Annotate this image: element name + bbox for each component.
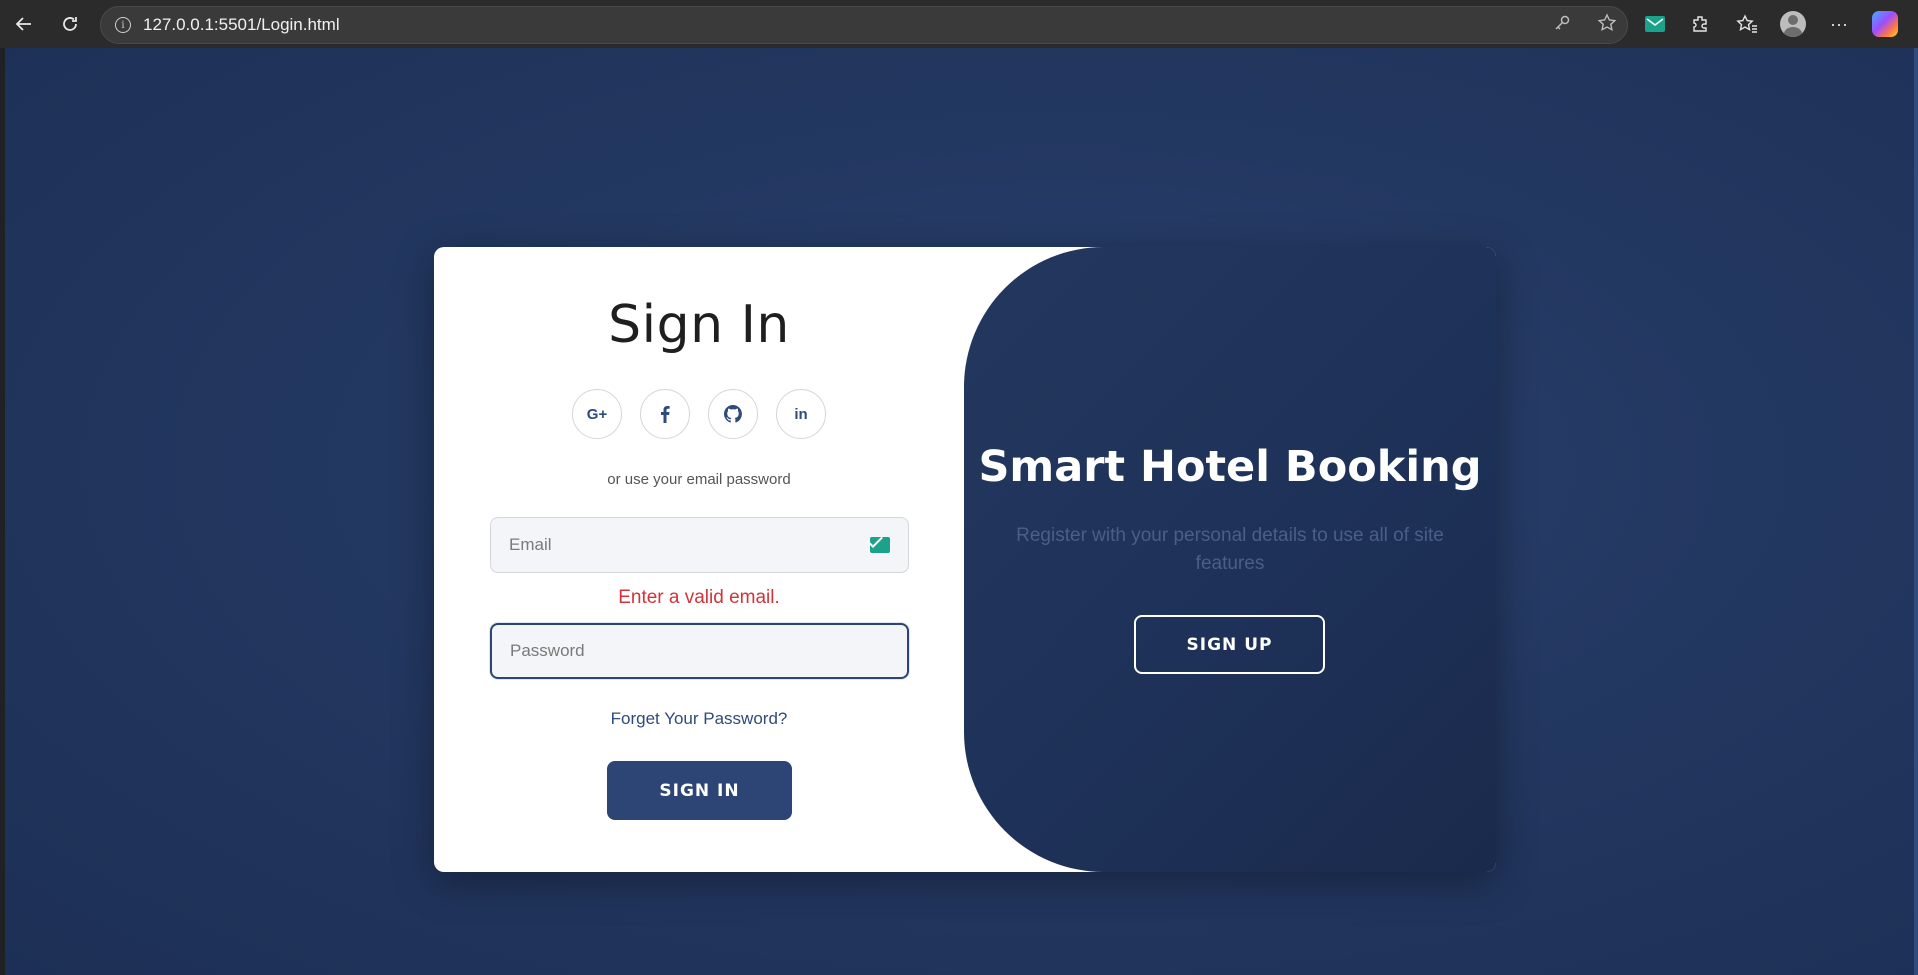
email-field[interactable] xyxy=(490,517,909,573)
forgot-password-link[interactable]: Forget Your Password? xyxy=(434,709,964,729)
profile-avatar-icon[interactable] xyxy=(1778,9,1808,39)
more-options-icon[interactable]: ··· xyxy=(1824,9,1854,39)
page-background: Sign In G+ in or use your email password… xyxy=(5,48,1918,975)
facebook-icon[interactable] xyxy=(640,389,690,439)
sign-in-button[interactable]: SIGN IN xyxy=(607,761,792,820)
password-input[interactable] xyxy=(510,641,889,661)
browser-toolbar: i 127.0.0.1:5501/Login.html ··· xyxy=(0,0,1918,48)
back-icon[interactable] xyxy=(6,6,42,42)
site-info-icon[interactable]: i xyxy=(115,17,131,33)
social-login-group: G+ in xyxy=(572,389,826,439)
password-key-icon[interactable] xyxy=(1553,14,1571,37)
copilot-icon[interactable] xyxy=(1870,9,1900,39)
address-bar[interactable]: i 127.0.0.1:5501/Login.html xyxy=(100,6,1628,44)
page-title: Sign In xyxy=(608,295,790,355)
email-error-message: Enter a valid email. xyxy=(618,587,780,608)
url-text[interactable]: 127.0.0.1:5501/Login.html xyxy=(143,15,340,35)
auth-card: Sign In G+ in or use your email password… xyxy=(434,247,1496,872)
google-plus-icon[interactable]: G+ xyxy=(572,389,622,439)
linkedin-icon[interactable]: in xyxy=(776,389,826,439)
reload-icon[interactable] xyxy=(52,6,88,42)
github-icon[interactable] xyxy=(708,389,758,439)
password-field[interactable] xyxy=(490,623,909,679)
favorites-icon[interactable] xyxy=(1732,9,1762,39)
panel-description: Register with your personal details to u… xyxy=(1016,525,1444,574)
alt-login-text: or use your email password xyxy=(607,471,791,488)
favorite-star-icon[interactable] xyxy=(1597,12,1617,38)
extensions-icon[interactable] xyxy=(1686,9,1716,39)
sign-up-panel: Smart Hotel Booking Register with your p… xyxy=(964,247,1496,872)
viewport-edge xyxy=(1914,48,1918,975)
sign-up-button[interactable]: SIGN UP xyxy=(1134,615,1325,674)
mail-extension-icon[interactable] xyxy=(1640,9,1670,39)
email-input[interactable] xyxy=(509,535,870,555)
panel-title: Smart Hotel Booking xyxy=(978,442,1482,492)
sign-in-form: Sign In G+ in or use your email password… xyxy=(434,247,964,872)
email-autofill-icon[interactable] xyxy=(870,537,890,553)
